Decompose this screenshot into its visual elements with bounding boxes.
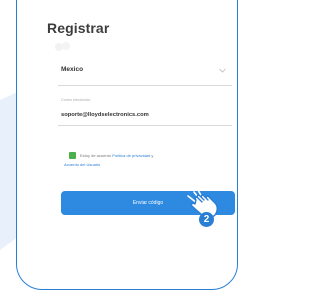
- country-underline: [58, 85, 232, 86]
- privacy-policy-link[interactable]: Política de privacidad: [112, 153, 150, 158]
- terms-prefix: Estoy de acuerdo: [80, 153, 112, 158]
- send-code-label: Enviar código: [132, 200, 164, 206]
- country-select[interactable]: Mexico: [58, 60, 232, 86]
- email-label: Correo electrónico: [61, 98, 91, 102]
- email-value: soporte@lloydselectronics.com: [61, 112, 149, 118]
- terms-text: Estoy de acuerdo Política de privacidad …: [64, 152, 232, 167]
- user-agreement-link[interactable]: Acuerdo del Usuario: [64, 161, 100, 169]
- phone-frame: [16, 0, 238, 290]
- step-number-badge: 2: [199, 212, 214, 227]
- country-value: Mexico: [61, 66, 84, 73]
- terms-checkbox[interactable]: [69, 152, 76, 164]
- chevron-down-icon: [219, 68, 226, 73]
- page-title: Registrar: [47, 20, 110, 36]
- email-underline: [58, 125, 232, 126]
- email-field[interactable]: Correo electrónico soporte@lloydselectro…: [58, 96, 232, 126]
- faded-logo-icon: [55, 42, 70, 51]
- terms-join: y: [150, 153, 154, 158]
